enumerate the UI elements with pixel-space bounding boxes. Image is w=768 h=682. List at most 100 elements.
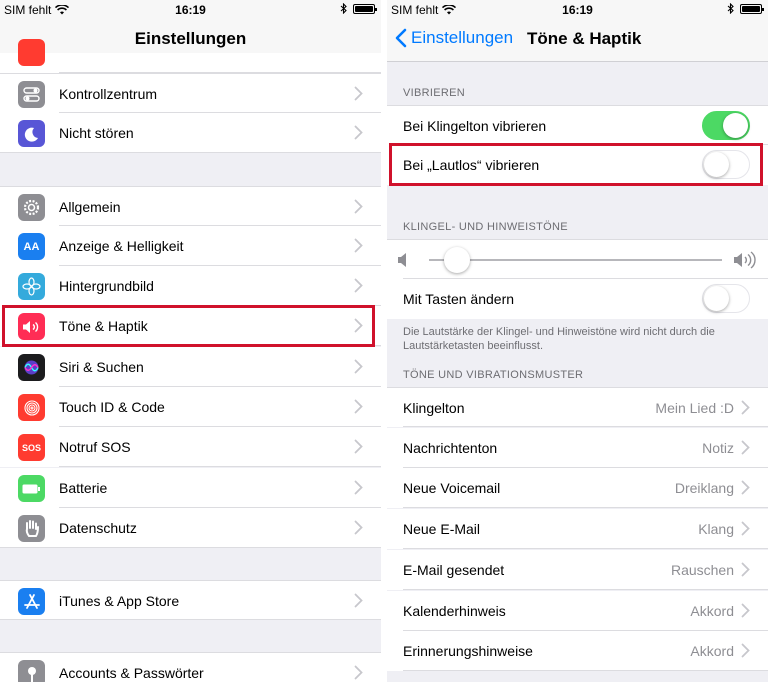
sound-pattern-row[interactable]: Nachrichtenton Notiz [387, 427, 768, 468]
chevron-right-icon [741, 480, 750, 495]
chevron-right-icon [354, 439, 363, 454]
sidebar-item-label: Allgemein [59, 199, 121, 215]
buttons-change-row: Mit Tasten ändern [387, 279, 768, 319]
sound-pattern-label: Neue E-Mail [403, 521, 481, 538]
chevron-right-icon [741, 643, 750, 658]
sound-pattern-label: Nachrichtenton [403, 439, 498, 456]
section-header-klingel: KLINGEL- UND HINWEISTÖNE [403, 221, 568, 233]
text-size-icon: AA [18, 233, 45, 260]
vibrate-silent-toggle[interactable] [702, 150, 750, 179]
sidebar-item-label: Datenschutz [59, 520, 137, 536]
sound-pattern-label: Erinnerungshinweise [403, 643, 533, 660]
sidebar-item-8[interactable]: SOS Notruf SOS [0, 427, 381, 467]
sound-pattern-row[interactable]: E-Mail gesendet Rauschen [387, 549, 768, 590]
status-bar: SIM fehlt 16:19 [387, 0, 768, 20]
chevron-right-icon [354, 86, 363, 101]
sos-icon: SOS [18, 434, 45, 461]
volume-slider-thumb[interactable] [443, 247, 470, 273]
chevron-right-icon [741, 400, 750, 415]
sidebar-item-label: Kontrollzentrum [59, 86, 158, 102]
sound-pattern-label: E-Mail gesendet [403, 561, 505, 578]
sidebar-item-12[interactable]: Accounts & Passwörter [0, 652, 381, 682]
sidebar-item-label: Anzeige & Helligkeit [59, 238, 184, 254]
chevron-right-icon [741, 562, 750, 577]
sidebar-item-label: Touch ID & Code [59, 399, 165, 415]
sound-pattern-value: Klang [698, 521, 734, 538]
sidebar-item-label: Töne & Haptik [59, 318, 148, 334]
clock: 16:19 [562, 3, 593, 17]
chevron-left-icon [395, 28, 407, 48]
sidebar-item-7[interactable]: Touch ID & Code [0, 387, 381, 427]
sound-pattern-label: Kalenderhinweis [403, 602, 506, 619]
sidebar-item-4[interactable]: Hintergrundbild [0, 266, 381, 306]
sound-pattern-row[interactable]: Kalenderhinweis Akkord [387, 590, 768, 631]
status-bar: SIM fehlt 16:19 [0, 0, 381, 20]
sidebar-item-5[interactable]: Töne & Haptik [0, 306, 381, 346]
sound-pattern-row[interactable]: Neue E-Mail Klang [387, 509, 768, 550]
hand-icon [18, 515, 45, 542]
sound-pattern-value: Notiz [702, 439, 734, 456]
list-item-partial[interactable] [0, 39, 381, 73]
sidebar-item-11[interactable]: iTunes & App Store [0, 580, 381, 620]
sound-pattern-value: Akkord [690, 602, 734, 619]
chevron-right-icon [354, 238, 363, 253]
app-store-icon [18, 588, 45, 615]
vibrate-ring-toggle[interactable] [702, 111, 750, 140]
sidebar-item-2[interactable]: Allgemein [0, 186, 381, 226]
sound-pattern-value: Akkord [690, 643, 734, 660]
control-center-icon [18, 81, 45, 108]
moon-icon [18, 120, 45, 147]
sidebar-item-label: Notruf SOS [59, 439, 131, 455]
key-icon [18, 660, 45, 682]
sounds-panel: SIM fehlt 16:19 Einstellungen Töne & Hap… [387, 0, 768, 682]
sidebar-item-0[interactable]: Kontrollzentrum [0, 73, 381, 113]
vibrate-ring-row: Bei Klingelton vibrieren [387, 105, 768, 145]
chevron-right-icon [741, 440, 750, 455]
sound-pattern-row[interactable]: Neue Voicemail Dreiklang [387, 468, 768, 509]
chevron-right-icon [354, 665, 363, 680]
sound-pattern-row[interactable]: Klingelton Mein Lied :D [387, 387, 768, 427]
app-icon [18, 39, 45, 66]
sidebar-item-label: iTunes & App Store [59, 593, 180, 609]
clock: 16:19 [175, 3, 206, 17]
sound-pattern-label: Neue Voicemail [403, 480, 501, 497]
vibrate-ring-label: Bei Klingelton vibrieren [403, 118, 547, 134]
back-button[interactable]: Einstellungen [395, 28, 513, 48]
battery-icon [740, 3, 764, 14]
sound-pattern-row[interactable]: Erinnerungshinweise Akkord [387, 631, 768, 672]
back-label: Einstellungen [411, 28, 514, 47]
settings-panel: SIM fehlt 16:19 Einstellungen Kontrollze… [0, 0, 381, 682]
sidebar-item-6[interactable]: Siri & Suchen [0, 347, 381, 387]
bluetooth-icon [340, 3, 347, 14]
nav-bar: Einstellungen Töne & Haptik [387, 20, 768, 62]
volume-low-icon [398, 253, 406, 267]
chevron-right-icon [354, 520, 363, 535]
volume-slider-track[interactable] [429, 259, 722, 261]
page-title: Einstellungen [134, 29, 247, 48]
gear-icon [18, 194, 45, 221]
sidebar-item-9[interactable]: Batterie [0, 468, 381, 508]
sidebar-item-1[interactable]: Nicht stören [0, 113, 381, 153]
chevron-right-icon [354, 593, 363, 608]
sidebar-item-3[interactable]: AA Anzeige & Helligkeit [0, 226, 381, 266]
sound-pattern-value: Dreiklang [674, 480, 734, 497]
speaker-icon [18, 313, 45, 340]
section-header-vibrieren: VIBRIEREN [403, 87, 465, 99]
volume-slider-row [387, 239, 768, 279]
sound-pattern-label: Klingelton [403, 400, 465, 416]
vibrate-silent-row: Bei „Lautlos“ vibrieren [387, 145, 768, 185]
chevron-right-icon [741, 603, 750, 617]
siri-icon [18, 354, 45, 381]
page-title: Töne & Haptik [527, 29, 642, 48]
sidebar-item-label: Siri & Suchen [59, 359, 144, 375]
sidebar-item-label: Nicht stören [59, 125, 134, 141]
sidebar-item-10[interactable]: Datenschutz [0, 508, 381, 548]
bluetooth-icon [727, 3, 734, 14]
sound-pattern-value: Mein Lied :D [655, 400, 734, 416]
sidebar-item-label: Batterie [59, 480, 108, 496]
chevron-right-icon [354, 125, 363, 140]
chevron-right-icon [354, 359, 363, 374]
chevron-right-icon [354, 399, 363, 414]
buttons-change-toggle[interactable] [702, 284, 750, 313]
section-header-patterns: TÖNE UND VIBRATIONSMUSTER [403, 369, 584, 381]
